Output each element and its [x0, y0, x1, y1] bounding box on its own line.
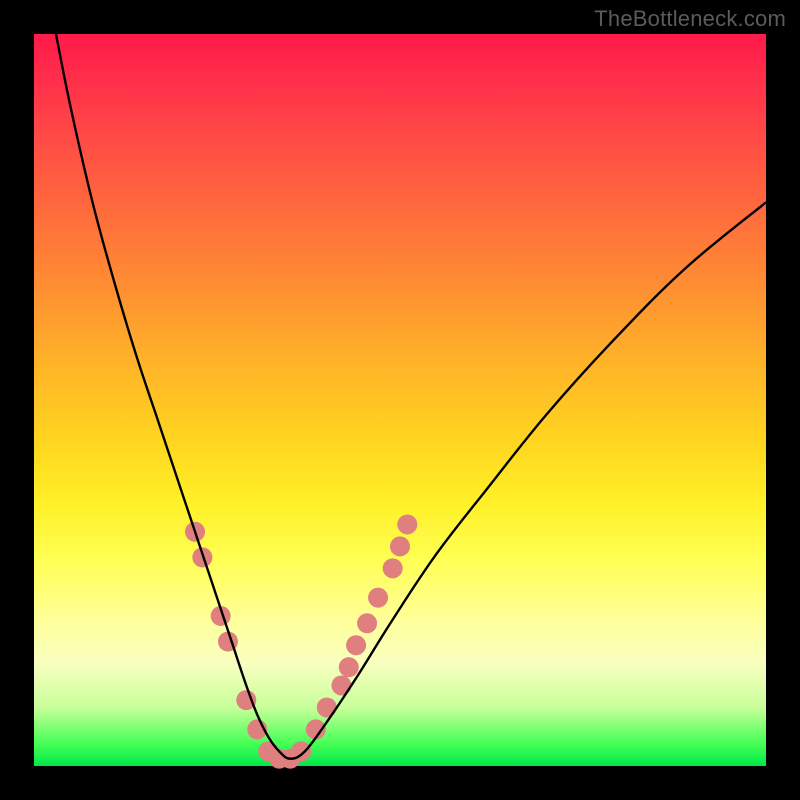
- markers-group: [185, 514, 417, 768]
- highlight-dot: [383, 558, 403, 578]
- highlight-dot: [317, 697, 337, 717]
- highlight-dot: [346, 635, 366, 655]
- highlight-dot: [339, 657, 359, 677]
- highlight-dot: [368, 588, 388, 608]
- chart-svg: [34, 34, 766, 766]
- chart-frame: TheBottleneck.com: [0, 0, 800, 800]
- bottleneck-curve-path: [56, 34, 766, 759]
- plot-area: [34, 34, 766, 766]
- highlight-dot: [397, 514, 417, 534]
- highlight-dot: [390, 536, 410, 556]
- watermark-text: TheBottleneck.com: [594, 6, 786, 32]
- highlight-dot: [357, 613, 377, 633]
- highlight-dot: [331, 675, 351, 695]
